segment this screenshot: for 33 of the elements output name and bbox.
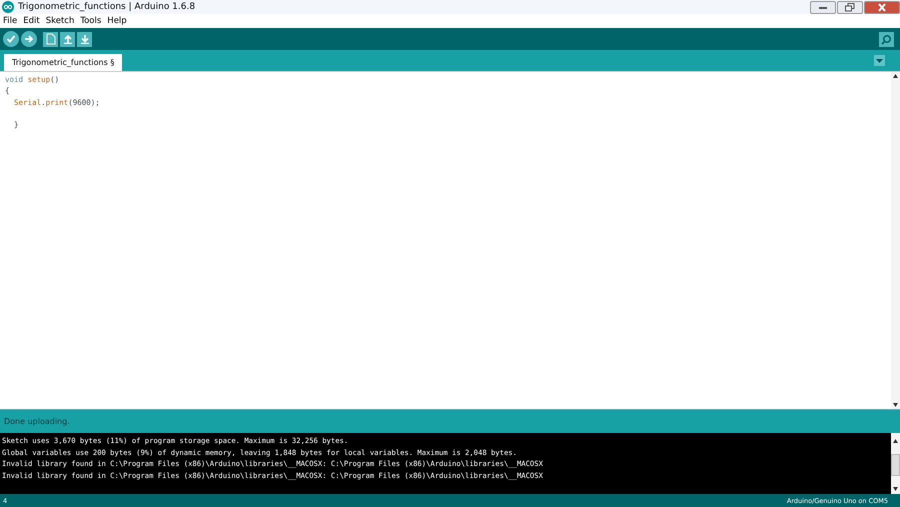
open-button[interactable] [60, 32, 75, 46]
search-icon [881, 34, 892, 44]
restore-button[interactable] [837, 0, 863, 14]
scroll-up-icon[interactable] [893, 439, 898, 443]
verify-button[interactable] [3, 31, 19, 47]
menu-item[interactable]: Edit [23, 16, 40, 26]
close-button[interactable] [864, 0, 900, 14]
down-arrow-icon [80, 34, 90, 44]
upload-button[interactable] [21, 31, 37, 47]
scroll-thumb[interactable] [891, 454, 900, 476]
close-icon [877, 2, 887, 12]
menu-item[interactable]: Tools [80, 16, 102, 26]
scroll-up-icon[interactable] [893, 74, 898, 78]
minimize-button[interactable] [810, 0, 836, 14]
scroll-down-icon[interactable] [893, 487, 898, 491]
check-icon [6, 34, 16, 44]
status-message: Done uploading. [4, 417, 70, 426]
menu-item[interactable]: Help [107, 16, 127, 26]
menu-item[interactable]: Sketch [46, 16, 74, 26]
restore-icon [845, 2, 855, 12]
window-title: Trigonometric_functions | Arduino 1.6.8 [18, 2, 196, 12]
menu-item[interactable]: File [3, 16, 18, 26]
file-tab[interactable]: Trigonometric_functions § [4, 54, 122, 71]
caret-icon [876, 58, 883, 62]
search-button[interactable] [879, 32, 894, 46]
up-arrow-icon [62, 34, 72, 44]
page-icon [46, 33, 56, 45]
new-file-button[interactable] [43, 32, 58, 46]
scroll-down-icon[interactable] [893, 403, 898, 407]
tab-menu-button[interactable] [874, 55, 885, 66]
minimize-icon [818, 4, 828, 10]
save-button[interactable] [77, 32, 92, 46]
right-arrow-icon [24, 34, 34, 44]
